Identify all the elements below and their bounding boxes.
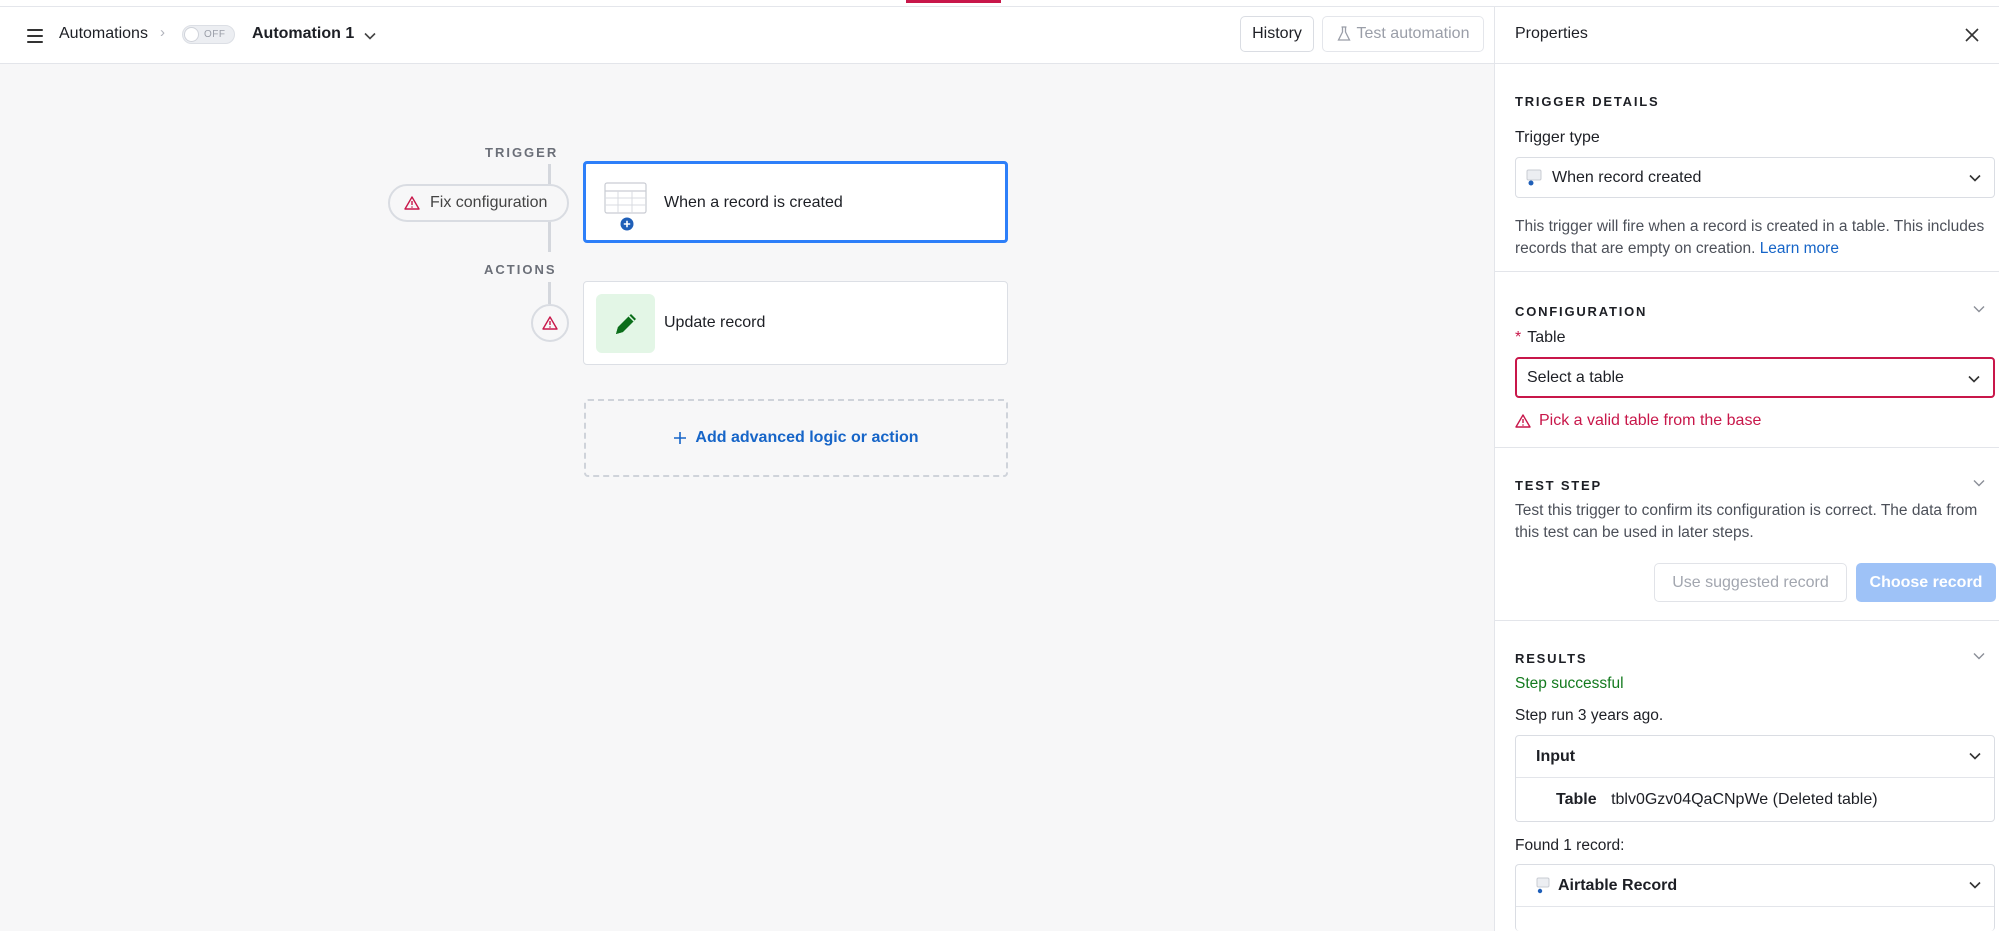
- trigger-section-label: TRIGGER: [485, 145, 559, 160]
- use-suggested-label: Use suggested record: [1672, 573, 1829, 591]
- trigger-type-select[interactable]: When record created: [1515, 157, 1995, 198]
- chevron-down-icon[interactable]: [363, 29, 377, 43]
- trigger-details-section: TRIGGER DETAILS Trigger type When record…: [1495, 64, 1999, 272]
- toggle-knob: [185, 28, 198, 41]
- connector-line: [548, 282, 551, 304]
- chevron-down-icon[interactable]: [1972, 476, 1986, 490]
- trigger-type-value: When record created: [1552, 168, 1702, 186]
- table-select[interactable]: Select a table: [1515, 357, 1995, 398]
- test-step-description: Test this trigger to confirm its configu…: [1515, 502, 1978, 541]
- add-logic-label: Add advanced logic or action: [695, 429, 919, 446]
- actions-section-label: ACTIONS: [484, 262, 557, 277]
- input-title: Input: [1536, 748, 1576, 765]
- required-mark: *: [1515, 329, 1522, 346]
- input-box: Input Table tblv0Gzv04QaCNpWe (Deleted t…: [1515, 735, 1995, 822]
- warning-icon: [1515, 414, 1531, 428]
- input-key: Table: [1556, 791, 1597, 808]
- automation-name[interactable]: Automation 1: [252, 25, 354, 43]
- pencil-icon: [615, 313, 636, 334]
- chevron-down-icon: [1969, 752, 1981, 760]
- choose-record-button[interactable]: Choose record: [1856, 563, 1996, 602]
- close-icon[interactable]: [1964, 27, 1980, 43]
- chevron-down-icon: [1969, 881, 1981, 889]
- trigger-card[interactable]: When a record is created: [583, 161, 1008, 243]
- connector-line: [548, 164, 551, 184]
- action-icon-box: [596, 294, 655, 353]
- section-title: TRIGGER DETAILS: [1515, 94, 1660, 109]
- record-icon: [1526, 169, 1542, 185]
- chevron-down-icon[interactable]: [1972, 649, 1986, 663]
- fix-configuration-label: Fix configuration: [430, 194, 548, 211]
- automation-header: Automations › OFF Automation 1 History T…: [0, 7, 1494, 64]
- test-automation-label: Test automation: [1356, 25, 1470, 42]
- section-title: TEST STEP: [1515, 478, 1602, 493]
- learn-more-link[interactable]: Learn more: [1760, 240, 1839, 257]
- active-tab-indicator: [906, 0, 1001, 3]
- table-label: Table: [1527, 329, 1566, 346]
- trigger-card-title: When a record is created: [664, 194, 843, 211]
- table-error-text: Pick a valid table from the base: [1539, 412, 1762, 429]
- panel-title: Properties: [1515, 25, 1588, 42]
- table-icon: [604, 182, 647, 214]
- automation-toggle[interactable]: OFF: [182, 25, 235, 44]
- history-button[interactable]: History: [1240, 16, 1314, 52]
- configuration-section: CONFIGURATION * Table Select a table Pick…: [1495, 272, 1999, 448]
- table-field-label: * Table: [1515, 329, 1565, 347]
- record-box: Airtable Record: [1515, 864, 1995, 931]
- section-title: CONFIGURATION: [1515, 304, 1648, 319]
- action-warning-button[interactable]: [531, 304, 569, 342]
- chevron-right-icon: ›: [160, 24, 165, 41]
- table-error: Pick a valid table from the base: [1515, 412, 1761, 430]
- add-logic-button[interactable]: Add advanced logic or action: [584, 399, 1008, 477]
- warning-icon: [404, 196, 420, 210]
- plus-circle-icon: [620, 217, 634, 231]
- record-icon: [1536, 877, 1550, 894]
- found-records-text: Found 1 record:: [1515, 837, 1625, 854]
- breadcrumb-automations[interactable]: Automations: [59, 25, 148, 43]
- action-card-title: Update record: [664, 314, 766, 331]
- test-automation-button[interactable]: Test automation: [1322, 16, 1484, 52]
- results-run-info: Step run 3 years ago.: [1515, 707, 1664, 724]
- input-row: Table tblv0Gzv04QaCNpWe (Deleted table): [1556, 791, 1878, 809]
- panel-header: Properties: [1495, 7, 1999, 64]
- plus-icon: [674, 432, 687, 444]
- section-title: RESULTS: [1515, 651, 1588, 666]
- input-header[interactable]: Input: [1516, 736, 1994, 778]
- fix-configuration-button[interactable]: Fix configuration: [388, 184, 569, 222]
- results-section: RESULTS Step successful Step run 3 years…: [1495, 621, 1999, 931]
- chevron-down-icon: [1969, 174, 1981, 182]
- history-label: History: [1252, 25, 1302, 42]
- chevron-down-icon: [1968, 375, 1980, 383]
- connector-line: [548, 222, 551, 252]
- chevron-down-icon[interactable]: [1972, 302, 1986, 316]
- trigger-description: This trigger will fire when a record is …: [1515, 216, 1985, 260]
- properties-panel: Properties TRIGGER DETAILS Trigger type …: [1494, 7, 1999, 931]
- trigger-description-text: This trigger will fire when a record is …: [1515, 218, 1985, 257]
- record-header[interactable]: Airtable Record: [1516, 865, 1994, 907]
- menu-icon[interactable]: [27, 29, 43, 43]
- record-title: Airtable Record: [1558, 877, 1678, 894]
- table-select-placeholder: Select a table: [1527, 368, 1624, 386]
- toggle-state: OFF: [204, 29, 226, 40]
- warning-icon: [542, 316, 558, 330]
- input-value: tblv0Gzv04QaCNpWe (Deleted table): [1611, 791, 1878, 808]
- results-status: Step successful: [1515, 675, 1624, 692]
- flask-icon: [1336, 26, 1351, 41]
- choose-record-label: Choose record: [1869, 573, 1983, 591]
- test-step-section: TEST STEP Test this trigger to confirm i…: [1495, 448, 1999, 621]
- update-record-card[interactable]: Update record: [583, 281, 1008, 365]
- trigger-type-label: Trigger type: [1515, 129, 1600, 146]
- use-suggested-record-button[interactable]: Use suggested record: [1654, 563, 1847, 602]
